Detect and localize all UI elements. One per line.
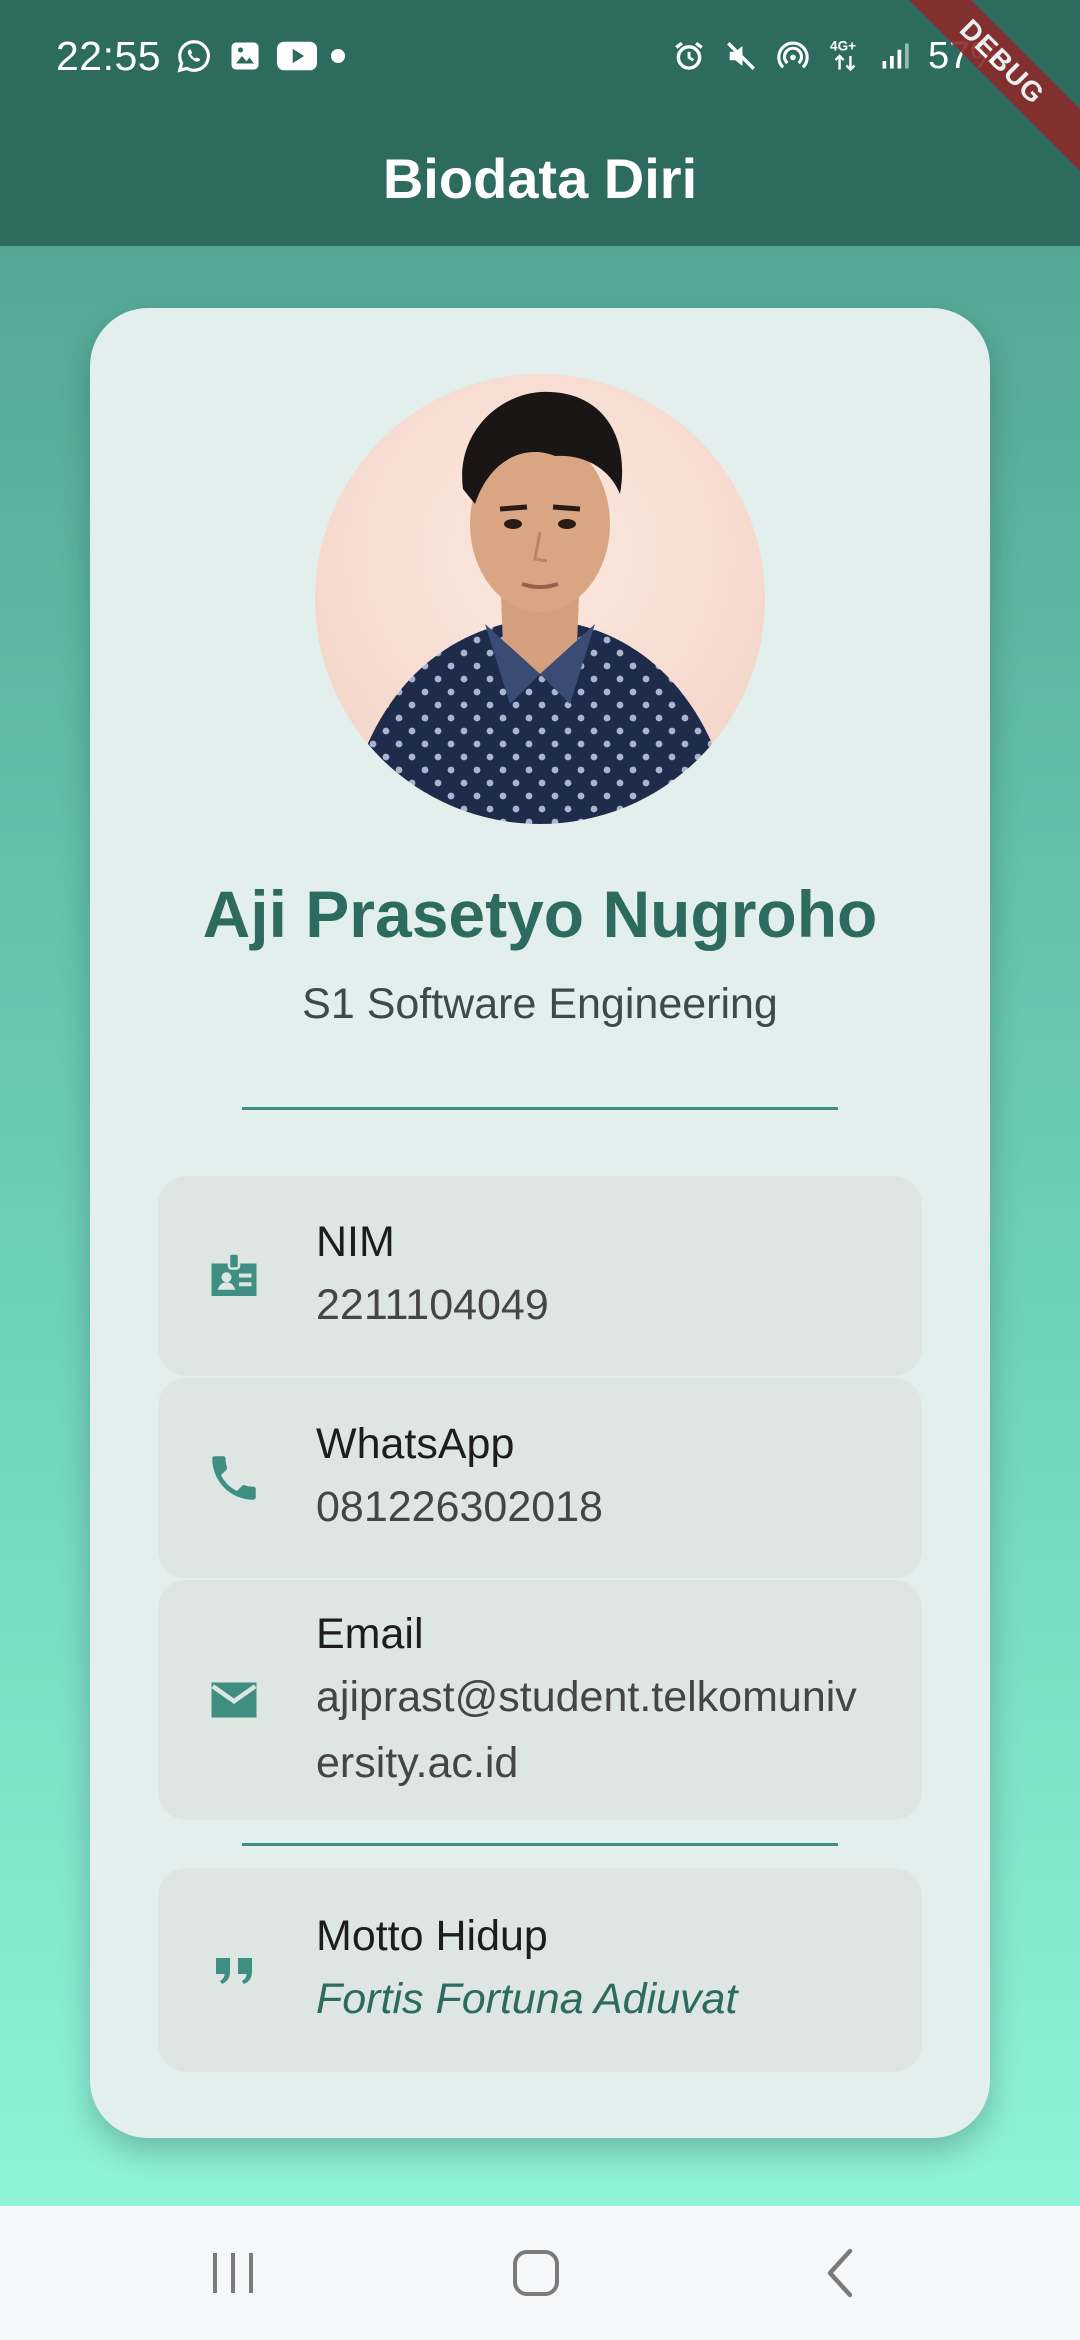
info-value: 2211104049 (316, 1281, 549, 1329)
profile-program: S1 Software Engineering (302, 980, 778, 1028)
profile-card: Aji Prasetyo Nugroho S1 Software Enginee… (90, 308, 990, 2138)
email-icon (204, 1670, 264, 1730)
motto-value: Fortis Fortuna Adiuvat (316, 1975, 738, 2023)
info-item-nim: NIM 2211104049 (158, 1176, 922, 1376)
info-value: 081226302018 (316, 1483, 603, 1531)
info-label: Email (316, 1610, 424, 1658)
svg-text:4G+: 4G+ (830, 39, 856, 54)
status-time: 22:55 (56, 32, 162, 79)
status-bar: 22:55 4G+ 57 (0, 0, 1080, 114)
youtube-icon (277, 40, 318, 72)
dot-icon (331, 49, 346, 63)
info-label: NIM (316, 1218, 395, 1266)
app-bar: Biodata Diri (0, 114, 1080, 246)
page-title: Biodata Diri (382, 146, 698, 210)
back-icon[interactable] (790, 2236, 890, 2310)
mute-icon (724, 39, 758, 73)
recents-icon[interactable] (183, 2236, 283, 2310)
avatar (315, 374, 765, 824)
info-value: ajiprast@student.telkomuniversity.ac.id (316, 1673, 857, 1787)
info-item-email: Email ajiprast@student.telkomuniversity.… (158, 1580, 922, 1820)
signal-icon (880, 41, 910, 71)
status-left: 22:55 (56, 28, 346, 84)
info-label: Motto Hidup (316, 1912, 548, 1960)
gallery-icon (227, 38, 263, 74)
info-item-whatsapp: WhatsApp 081226302018 (158, 1378, 922, 1578)
divider (242, 1107, 838, 1110)
info-label: WhatsApp (316, 1420, 515, 1468)
id-badge-icon (204, 1246, 264, 1306)
phone-icon (204, 1448, 264, 1508)
divider (242, 1843, 838, 1846)
system-nav-bar (0, 2206, 1080, 2340)
hotspot-icon (776, 39, 810, 73)
profile-photo (345, 391, 735, 824)
home-icon[interactable] (486, 2236, 586, 2310)
alarm-icon (672, 39, 706, 73)
quote-icon (204, 1940, 264, 2000)
info-item-motto: Motto Hidup Fortis Fortuna Adiuvat (158, 1868, 922, 2072)
whatsapp-icon (175, 37, 213, 75)
4g-icon: 4G+ (828, 37, 862, 75)
profile-name: Aji Prasetyo Nugroho (202, 877, 878, 951)
